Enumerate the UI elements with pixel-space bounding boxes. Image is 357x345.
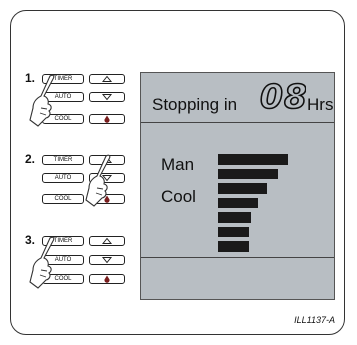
fan-speed-bar xyxy=(218,212,251,223)
fan-speed-bar xyxy=(218,197,258,208)
mode-label: Man xyxy=(161,155,195,174)
temperature-button[interactable] xyxy=(89,274,125,284)
triangle-down-icon xyxy=(101,257,113,264)
stopping-label: Stopping in xyxy=(152,95,238,114)
droplet-icon xyxy=(104,275,110,283)
pointing-hand-icon xyxy=(29,236,55,289)
down-button[interactable] xyxy=(89,92,125,102)
function-label: Cool xyxy=(161,187,196,206)
fan-speed-bar xyxy=(218,226,249,237)
triangle-up-icon xyxy=(101,237,113,244)
lcd-display: Stopping in 08 Hrs Man Cool xyxy=(140,72,335,300)
up-button[interactable] xyxy=(89,74,125,84)
pointing-hand-icon xyxy=(29,74,55,127)
pointing-hand-icon xyxy=(85,154,111,207)
hours-unit: Hrs xyxy=(307,95,334,114)
step-2-number: 2. xyxy=(25,152,36,166)
hours-value: 08 xyxy=(260,78,306,112)
fan-speed-bar xyxy=(218,168,278,179)
lcd-divider-bottom xyxy=(141,257,334,259)
triangle-down-icon xyxy=(101,94,113,101)
up-button[interactable] xyxy=(89,236,125,246)
timer-button[interactable]: TIMER xyxy=(42,155,84,165)
droplet-icon xyxy=(104,115,110,123)
lcd-divider-top xyxy=(141,122,334,124)
hours-digits: 08 xyxy=(259,78,306,112)
auto-button[interactable]: AUTO xyxy=(42,173,84,183)
cool-button[interactable]: COOL xyxy=(42,194,84,204)
figure-code: ILL1137-A xyxy=(294,315,335,325)
fan-speed-bar xyxy=(218,241,249,252)
down-button[interactable] xyxy=(89,255,125,265)
temperature-button[interactable] xyxy=(89,114,125,124)
fan-speed-bar xyxy=(218,154,288,165)
triangle-up-icon xyxy=(101,75,113,82)
fan-speed-bar xyxy=(218,183,267,194)
